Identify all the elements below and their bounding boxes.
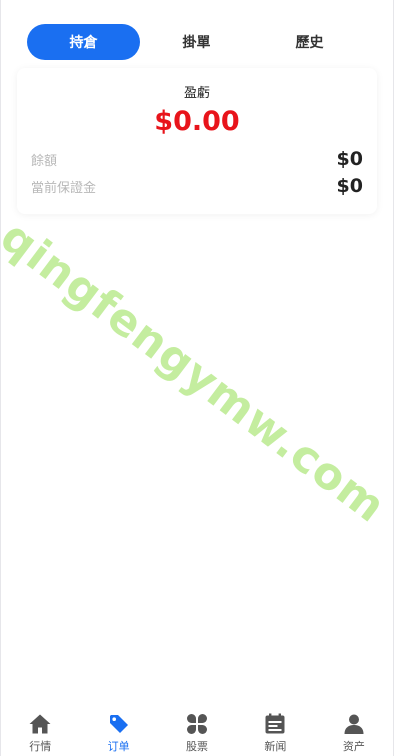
nav-label-orders: 订单	[107, 740, 130, 753]
position-tabs: 持倉 掛單 歷史	[27, 24, 367, 60]
tab-history[interactable]: 歷史	[253, 24, 366, 60]
tag-icon	[109, 715, 128, 733]
balance-label: 餘額	[31, 153, 58, 169]
nav-label-news: 新闻	[264, 740, 287, 753]
margin-row: 當前保證金 $0	[31, 174, 363, 198]
margin-label: 當前保證金	[31, 180, 97, 196]
nav-item-news[interactable]: 新闻	[236, 706, 314, 756]
nav-item-orders[interactable]: 订单	[79, 706, 157, 756]
nav-label-market: 行情	[29, 740, 52, 753]
margin-value: $0	[336, 175, 363, 197]
nav-label-stocks: 股票	[186, 740, 209, 753]
balance-value: $0	[336, 148, 363, 170]
pnl-value: $0.00	[154, 106, 240, 137]
pnl-label: 盈虧	[183, 86, 210, 101]
tab-positions[interactable]: 持倉	[27, 24, 140, 60]
calendar-icon	[265, 713, 285, 734]
account-summary-card: 盈虧 $0.00 餘額 $0 當前保證金 $0	[17, 68, 377, 214]
balance-row: 餘額 $0	[31, 147, 363, 171]
nav-item-market[interactable]: 行情	[1, 706, 79, 756]
petals-icon	[187, 714, 208, 734]
nav-label-assets: 资产	[342, 740, 365, 753]
user-icon	[344, 714, 364, 734]
nav-item-assets[interactable]: 资产	[315, 706, 393, 756]
home-icon	[29, 714, 51, 734]
tab-pending-orders[interactable]: 掛單	[140, 24, 253, 60]
bottom-nav: 行情 订单 股票 新闻 资产	[1, 706, 393, 756]
watermark: qingfengymw.com	[0, 210, 394, 534]
nav-item-stocks[interactable]: 股票	[158, 706, 236, 756]
